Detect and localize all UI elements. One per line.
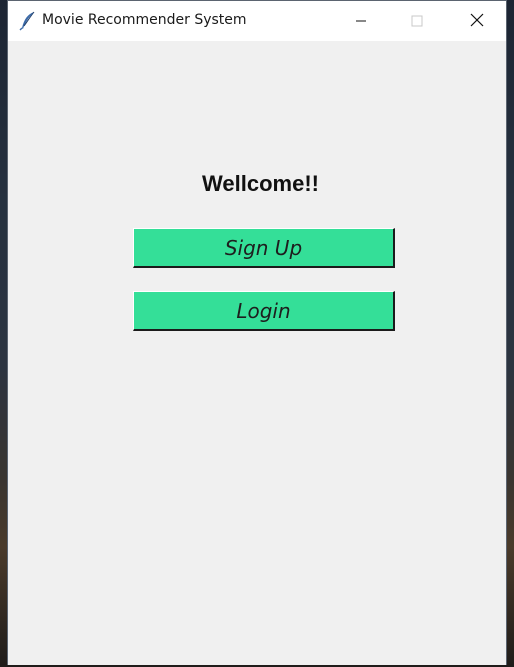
minimize-icon <box>355 12 367 31</box>
close-icon <box>470 12 484 31</box>
feather-icon <box>19 11 37 31</box>
login-button[interactable]: Login <box>133 291 395 331</box>
window-title: Movie Recommender System <box>42 12 247 28</box>
minimize-button[interactable] <box>338 1 384 41</box>
maximize-icon <box>411 12 423 31</box>
title-bar[interactable]: Movie Recommender System <box>8 1 506 41</box>
sign-up-button[interactable]: Sign Up <box>133 228 395 268</box>
welcome-heading: Wellcome!! <box>202 171 319 196</box>
window-content: Wellcome!! Sign Up Login <box>8 41 506 665</box>
app-window: Movie Recommender System Wellcome!! Sign… <box>7 0 507 665</box>
close-button[interactable] <box>454 1 500 41</box>
maximize-button[interactable] <box>394 1 440 41</box>
